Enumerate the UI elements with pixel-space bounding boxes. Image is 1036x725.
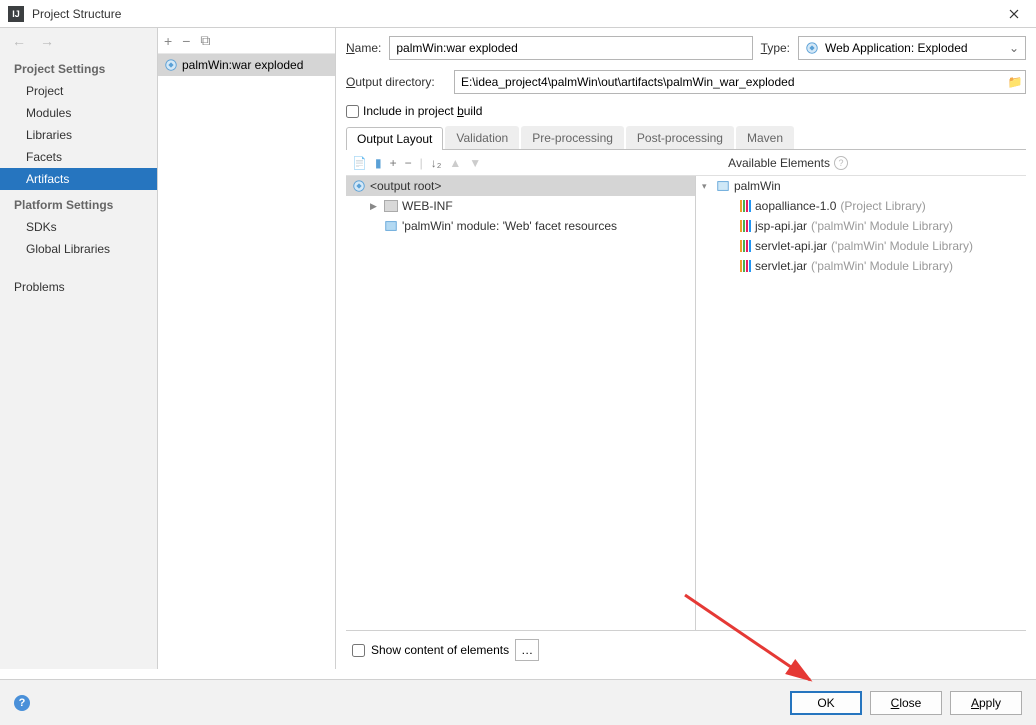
lib-node[interactable]: jsp-api.jar ('palmWin' Module Library) xyxy=(696,216,1026,236)
app-icon: IJ xyxy=(8,6,24,22)
folder-icon xyxy=(384,200,398,212)
add-icon[interactable]: + xyxy=(164,33,172,49)
section-header-platform: Platform Settings xyxy=(0,190,157,216)
show-content-checkbox[interactable] xyxy=(352,644,365,657)
sidebar-item-modules[interactable]: Modules xyxy=(0,102,157,124)
sidebar-item-artifacts[interactable]: Artifacts xyxy=(0,168,157,190)
artifact-entry[interactable]: palmWin:war exploded xyxy=(158,54,335,76)
lib-node[interactable]: servlet-api.jar ('palmWin' Module Librar… xyxy=(696,236,1026,256)
tab-strip: Output Layout Validation Pre-processing … xyxy=(346,126,1026,150)
sidebar-item-project[interactable]: Project xyxy=(0,80,157,102)
apply-button[interactable]: Apply xyxy=(950,691,1022,715)
available-module-node[interactable]: ▾ palmWin xyxy=(696,176,1026,196)
name-label: Name: xyxy=(346,41,381,55)
tab-output-layout[interactable]: Output Layout xyxy=(346,127,443,150)
section-header-project: Project Settings xyxy=(0,54,157,80)
layout-toolbar: 📄 ▮ + − | ↓₂ ▲ ▼ Available Elements ? xyxy=(346,150,1026,176)
sidebar-item-global-libraries[interactable]: Global Libraries xyxy=(0,238,157,260)
include-build-label: Include in project build xyxy=(363,104,482,118)
title-bar: IJ Project Structure xyxy=(0,0,1036,28)
available-tree: ▾ palmWin aopalliance-1.0 (Project Libra… xyxy=(696,176,1026,630)
module-icon xyxy=(716,179,730,193)
nav-back-icon[interactable]: ← xyxy=(12,33,26,49)
artifact-entry-label: palmWin:war exploded xyxy=(182,58,303,72)
ok-button[interactable]: OK xyxy=(790,691,862,715)
web-facet-icon xyxy=(384,219,398,233)
show-content-more-button[interactable]: … xyxy=(515,639,539,661)
show-content-label: Show content of elements xyxy=(371,643,509,657)
type-select[interactable]: Web Application: Exploded ⌄ xyxy=(798,36,1026,60)
tab-maven[interactable]: Maven xyxy=(736,126,794,149)
artifact-list-panel: + − ⧉ palmWin:war exploded xyxy=(158,28,336,669)
facet-resources-node[interactable]: 'palmWin' module: 'Web' facet resources xyxy=(346,216,695,236)
window-title: Project Structure xyxy=(32,7,1000,21)
library-icon xyxy=(740,240,751,252)
artifact-toolbar: + − ⧉ xyxy=(158,28,335,54)
library-icon xyxy=(740,260,751,272)
move-down-icon[interactable]: ▼ xyxy=(469,156,481,170)
sidebar-item-sdks[interactable]: SDKs xyxy=(0,216,157,238)
library-icon xyxy=(740,220,751,232)
move-up-icon[interactable]: ▲ xyxy=(449,156,461,170)
output-dir-field: 📁 xyxy=(454,70,1026,94)
window-close-button[interactable] xyxy=(1000,4,1028,24)
expand-icon[interactable]: ▾ xyxy=(702,181,712,192)
close-button[interactable]: Close xyxy=(870,691,942,715)
output-dir-input[interactable] xyxy=(455,71,1005,93)
nav-forward-icon[interactable]: → xyxy=(40,33,54,49)
copy-icon[interactable]: ⧉ xyxy=(200,32,210,49)
sort-icon[interactable]: ↓₂ xyxy=(431,156,442,170)
remove-icon[interactable]: − xyxy=(182,33,190,49)
help-icon[interactable]: ? xyxy=(834,156,848,170)
sidebar-nav: ← → xyxy=(0,28,157,54)
remove-item-icon[interactable]: − xyxy=(405,156,412,170)
lib-node[interactable]: aopalliance-1.0 (Project Library) xyxy=(696,196,1026,216)
lib-node[interactable]: servlet.jar ('palmWin' Module Library) xyxy=(696,256,1026,276)
sidebar: ← → Project Settings Project Modules Lib… xyxy=(0,28,158,669)
browse-folder-icon[interactable]: 📁 xyxy=(1005,75,1025,89)
new-folder-icon[interactable]: 📄 xyxy=(352,156,367,170)
sidebar-item-problems[interactable]: Problems xyxy=(0,276,157,298)
add-copy-icon[interactable]: + xyxy=(390,156,397,170)
include-build-checkbox[interactable] xyxy=(346,105,359,118)
type-value: Web Application: Exploded xyxy=(825,41,968,55)
output-dir-label: Output directory: xyxy=(346,75,446,89)
tab-validation[interactable]: Validation xyxy=(445,126,519,149)
tab-postprocessing[interactable]: Post-processing xyxy=(626,126,734,149)
expand-icon[interactable]: ▶ xyxy=(370,201,380,212)
dialog-footer: ? OK Close Apply xyxy=(0,679,1036,725)
chevron-down-icon: ⌄ xyxy=(1009,41,1019,55)
type-label: Type: xyxy=(761,41,790,55)
artifact-root-icon xyxy=(352,179,366,193)
output-root-node[interactable]: <output root> xyxy=(346,176,695,196)
webinf-node[interactable]: ▶ WEB-INF xyxy=(346,196,695,216)
library-icon xyxy=(740,200,751,212)
sidebar-item-libraries[interactable]: Libraries xyxy=(0,124,157,146)
new-dir-icon[interactable]: ▮ xyxy=(375,156,382,170)
name-input[interactable] xyxy=(389,36,752,60)
main-area: ← → Project Settings Project Modules Lib… xyxy=(0,28,1036,669)
help-button[interactable]: ? xyxy=(14,695,30,711)
sidebar-item-facets[interactable]: Facets xyxy=(0,146,157,168)
available-elements-header: Available Elements ? xyxy=(728,156,848,170)
artifact-icon xyxy=(164,58,178,72)
webapp-icon xyxy=(805,41,819,55)
tab-preprocessing[interactable]: Pre-processing xyxy=(521,126,624,149)
dual-tree: <output root> ▶ WEB-INF 'palmWin' module… xyxy=(346,176,1026,631)
output-tree: <output root> ▶ WEB-INF 'palmWin' module… xyxy=(346,176,696,630)
content-panel: Name: Type: Web Application: Exploded ⌄ … xyxy=(336,28,1036,669)
